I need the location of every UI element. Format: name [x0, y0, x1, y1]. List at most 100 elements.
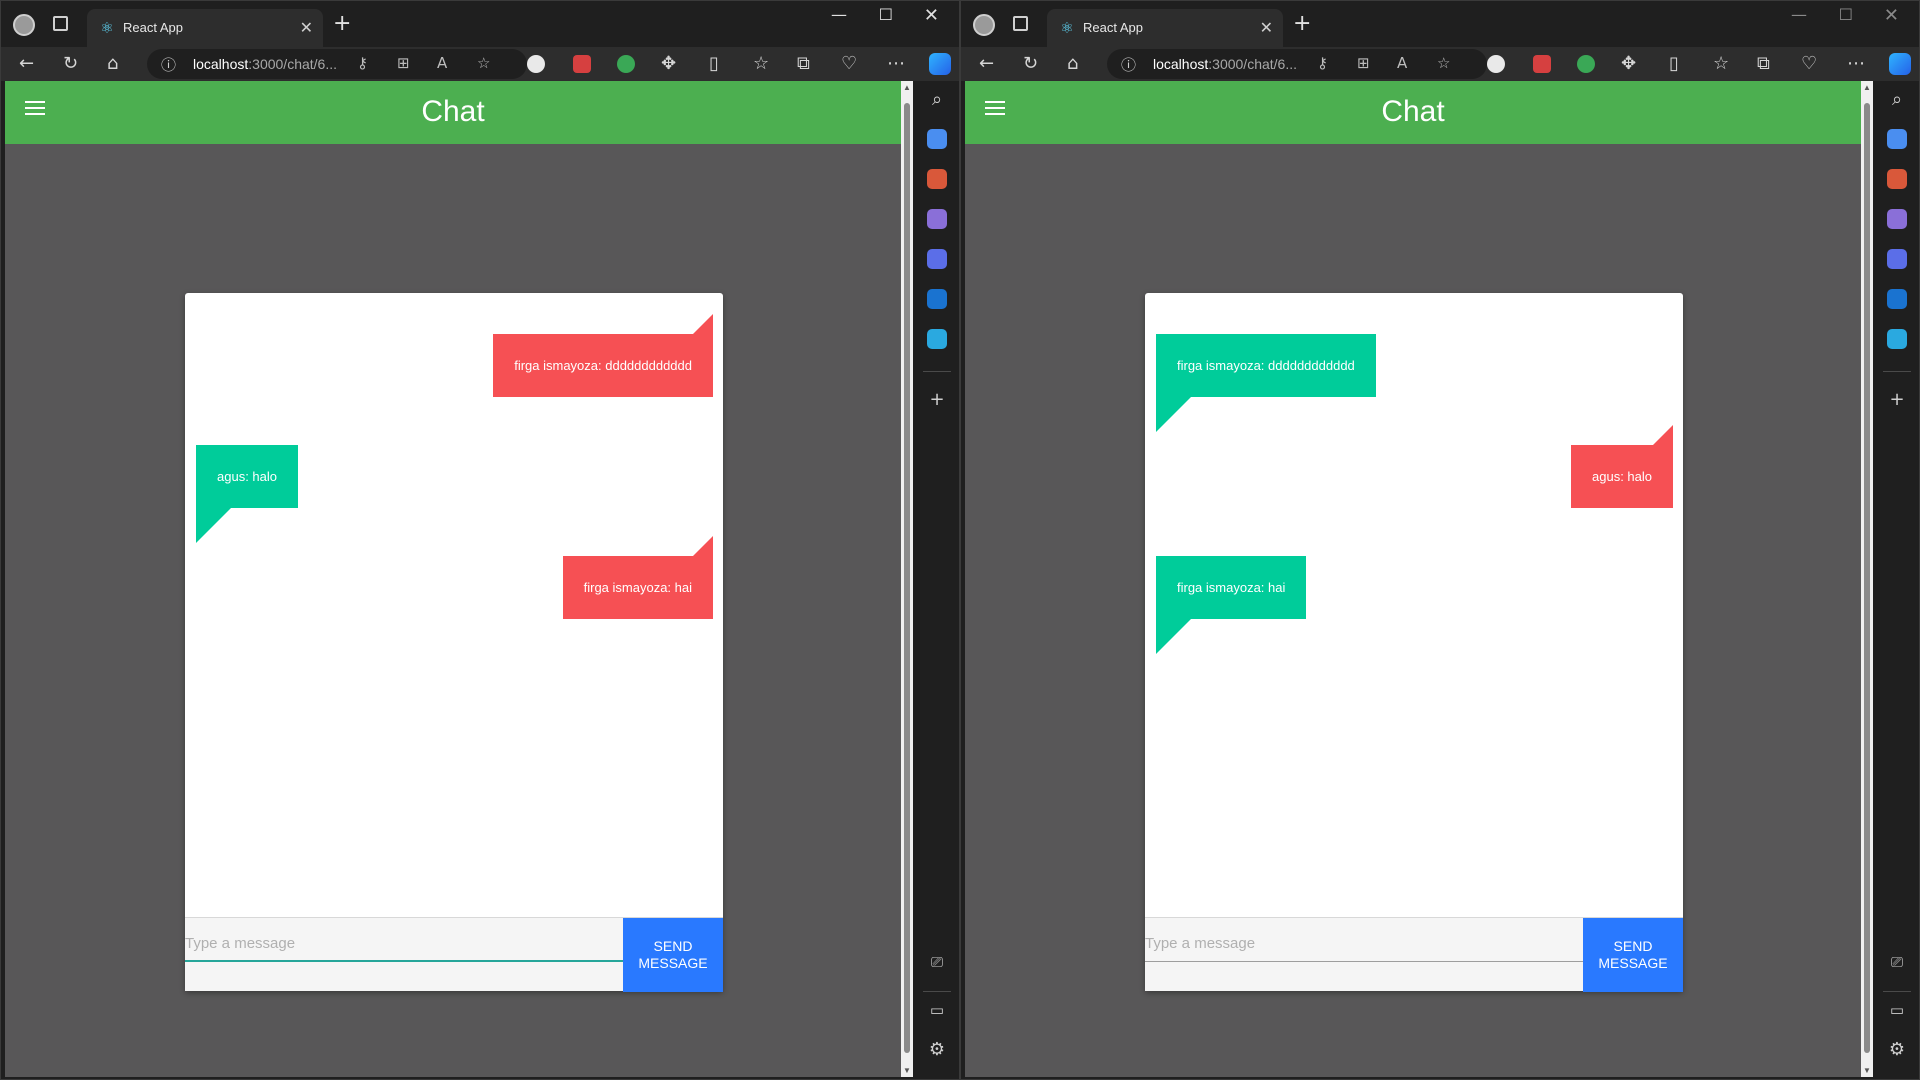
- favorites-icon[interactable]: ☆: [753, 52, 769, 76]
- more-icon[interactable]: ⋯: [887, 52, 905, 76]
- settings-icon[interactable]: ⚙: [1887, 1039, 1907, 1060]
- games-icon[interactable]: [1887, 209, 1907, 229]
- extension-icon[interactable]: [1533, 55, 1551, 73]
- scroll-down-icon[interactable]: ▼: [903, 1066, 911, 1075]
- page-viewport: Chat firga ismayoza: dddddddddddd agus: …: [965, 81, 1861, 1077]
- telegram-icon[interactable]: [1887, 329, 1907, 349]
- scrollbar-thumb[interactable]: [1864, 103, 1870, 1053]
- favorites-icon[interactable]: ☆: [1713, 52, 1729, 76]
- favorite-star-icon[interactable]: ☆: [477, 54, 490, 72]
- message-tail: [1156, 619, 1191, 654]
- shopping-icon[interactable]: [927, 129, 947, 149]
- search-icon[interactable]: ⌕: [927, 89, 947, 110]
- extension-icon[interactable]: [1577, 55, 1595, 73]
- collections-icon[interactable]: ⧉: [1757, 52, 1770, 76]
- tools-icon[interactable]: [927, 169, 947, 189]
- minimize-icon[interactable]: —: [1791, 5, 1807, 24]
- site-info-icon[interactable]: ⓘ: [1121, 54, 1136, 75]
- site-info-icon[interactable]: ⓘ: [161, 54, 176, 75]
- screenshot-icon[interactable]: ⎚: [927, 953, 947, 971]
- extension-icon[interactable]: [527, 55, 545, 73]
- favorite-star-icon[interactable]: ☆: [1437, 54, 1450, 72]
- performance-icon[interactable]: ♡: [1801, 52, 1817, 76]
- close-window-icon[interactable]: ✕: [1884, 5, 1899, 26]
- message-input[interactable]: [1145, 918, 1583, 962]
- maximize-icon[interactable]: ☐: [879, 5, 893, 24]
- back-icon[interactable]: ←: [19, 52, 34, 76]
- performance-icon[interactable]: ♡: [841, 52, 857, 76]
- scroll-up-icon[interactable]: ▲: [903, 83, 911, 92]
- address-bar[interactable]: ⓘ localhost:3000/chat/6... ⚷ ⊞ A ☆: [147, 49, 527, 79]
- add-icon[interactable]: +: [927, 389, 947, 410]
- browser-window-left: ⚛ React App ✕ + — ☐ ✕ ← ↻ ⌂ ⓘ localhost:…: [0, 0, 960, 1080]
- scroll-down-icon[interactable]: ▼: [1863, 1066, 1871, 1075]
- key-icon[interactable]: ⚷: [1317, 54, 1328, 72]
- screenshot-icon[interactable]: ⎚: [1887, 953, 1907, 971]
- message-input[interactable]: [185, 918, 623, 962]
- refresh-icon[interactable]: ↻: [63, 52, 78, 76]
- page-scrollbar[interactable]: ▲ ▼: [901, 81, 913, 1077]
- apps-icon[interactable]: ⊞: [397, 54, 410, 72]
- message-text: firga ismayoza: hai: [1177, 580, 1286, 595]
- read-aloud-icon[interactable]: A: [437, 54, 447, 72]
- more-icon[interactable]: ⋯: [1847, 52, 1865, 76]
- add-icon[interactable]: +: [1887, 389, 1907, 410]
- apps-icon[interactable]: ⊞: [1357, 54, 1370, 72]
- message-text: agus: halo: [217, 469, 277, 484]
- message-text: firga ismayoza: dddddddddddd: [1177, 358, 1355, 373]
- tab-actions-icon[interactable]: [1013, 16, 1028, 31]
- games-icon[interactable]: [927, 209, 947, 229]
- send-message-button[interactable]: SEND MESSAGE: [623, 918, 723, 992]
- close-window-icon[interactable]: ✕: [924, 5, 939, 26]
- copilot-sidebar-icon[interactable]: [927, 249, 947, 269]
- extensions-puzzle-icon[interactable]: ✥: [661, 52, 676, 76]
- home-icon[interactable]: ⌂: [107, 52, 118, 76]
- outlook-icon[interactable]: [927, 289, 947, 309]
- chat-card: firga ismayoza: dddddddddddd agus: halo …: [185, 293, 723, 992]
- tab-actions-icon[interactable]: [53, 16, 68, 31]
- extension-icon[interactable]: [573, 55, 591, 73]
- copilot-icon[interactable]: [929, 53, 951, 75]
- address-bar[interactable]: ⓘ localhost:3000/chat/6... ⚷ ⊞ A ☆: [1107, 49, 1487, 79]
- tab-title: React App: [123, 20, 183, 35]
- message-tail: [1653, 425, 1673, 445]
- profile-avatar-icon[interactable]: [973, 14, 995, 36]
- message-tail: [1156, 397, 1191, 432]
- shopping-icon[interactable]: [1887, 129, 1907, 149]
- settings-icon[interactable]: ⚙: [927, 1039, 947, 1060]
- tab-react-app[interactable]: ⚛ React App ✕: [87, 9, 323, 47]
- key-icon[interactable]: ⚷: [357, 54, 368, 72]
- extension-icon[interactable]: [617, 55, 635, 73]
- extensions-puzzle-icon[interactable]: ✥: [1621, 52, 1636, 76]
- search-icon[interactable]: ⌕: [1887, 89, 1907, 110]
- tools-icon[interactable]: [1887, 169, 1907, 189]
- new-tab-icon[interactable]: +: [1293, 11, 1311, 36]
- extension-icon[interactable]: [1487, 55, 1505, 73]
- telegram-icon[interactable]: [927, 329, 947, 349]
- read-aloud-icon[interactable]: A: [1397, 54, 1407, 72]
- tab-close-icon[interactable]: ✕: [300, 18, 313, 37]
- back-icon[interactable]: ←: [979, 52, 994, 76]
- sidebar-toggle-icon[interactable]: ▭: [1887, 1001, 1907, 1019]
- page-scrollbar[interactable]: ▲ ▼: [1861, 81, 1873, 1077]
- minimize-icon[interactable]: —: [831, 5, 847, 24]
- outlook-icon[interactable]: [1887, 289, 1907, 309]
- maximize-icon[interactable]: ☐: [1839, 5, 1853, 24]
- scrollbar-thumb[interactable]: [904, 103, 910, 1053]
- split-screen-icon[interactable]: ▯: [709, 52, 719, 76]
- tab-title: React App: [1083, 20, 1143, 35]
- tab-react-app[interactable]: ⚛ React App ✕: [1047, 9, 1283, 47]
- tab-close-icon[interactable]: ✕: [1260, 18, 1273, 37]
- page-viewport: Chat firga ismayoza: dddddddddddd agus: …: [5, 81, 901, 1077]
- home-icon[interactable]: ⌂: [1067, 52, 1078, 76]
- collections-icon[interactable]: ⧉: [797, 52, 810, 76]
- profile-avatar-icon[interactable]: [13, 14, 35, 36]
- split-screen-icon[interactable]: ▯: [1669, 52, 1679, 76]
- send-message-button[interactable]: SEND MESSAGE: [1583, 918, 1683, 992]
- new-tab-icon[interactable]: +: [333, 11, 351, 36]
- scroll-up-icon[interactable]: ▲: [1863, 83, 1871, 92]
- sidebar-toggle-icon[interactable]: ▭: [927, 1001, 947, 1019]
- refresh-icon[interactable]: ↻: [1023, 52, 1038, 76]
- copilot-icon[interactable]: [1889, 53, 1911, 75]
- copilot-sidebar-icon[interactable]: [1887, 249, 1907, 269]
